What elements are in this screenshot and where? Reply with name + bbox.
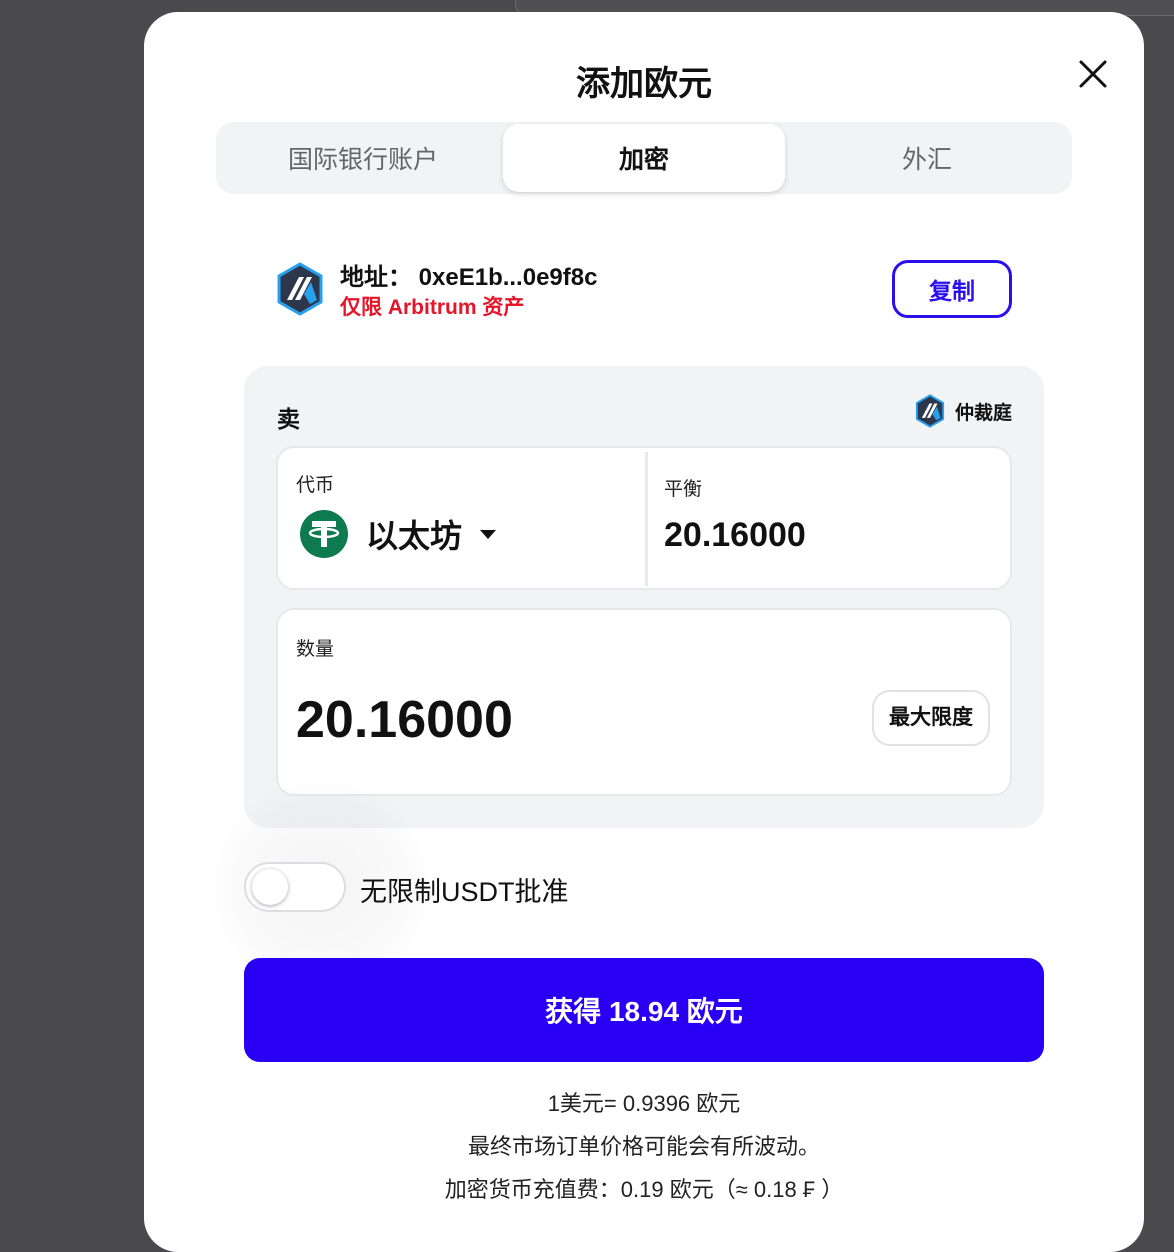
modal-title: 添加欧元 <box>576 65 712 103</box>
exchange-rate: 1美元= 0.9396 欧元 <box>547 1091 741 1116</box>
balance-value: 20.16000 <box>664 516 806 554</box>
token-selector[interactable]: 以太坊 <box>300 510 497 558</box>
quantity-label: 数量 <box>296 639 335 660</box>
toggle-knob <box>252 869 288 905</box>
price-notice: 最终市场订单价格可能会有所波动。 <box>467 1134 820 1159</box>
unlimited-approval-toggle[interactable] <box>244 862 346 912</box>
network-warning: 仅限 Arbitrum 资产 <box>340 296 525 319</box>
close-button[interactable] <box>1070 51 1116 97</box>
address-text: 地址： 0xeE1b...0e9f8c <box>340 264 598 291</box>
arbitrum-icon <box>915 394 945 428</box>
get-euro-button[interactable]: 获得 18.94 欧元 <box>244 958 1044 1062</box>
tab-bank-account[interactable]: 国际银行账户 <box>222 124 504 192</box>
caret-down-icon <box>480 529 497 539</box>
copy-address-button[interactable]: 复制 <box>892 260 1012 318</box>
add-euro-modal: 添加欧元 国际银行账户 加密 外汇 地址： 0xeE1b...0e9f8c 仅限… <box>144 12 1144 1252</box>
method-tabs: 国际银行账户 加密 外汇 <box>216 122 1072 194</box>
quantity-box: 数量 最大限度 <box>276 608 1012 796</box>
quantity-input[interactable] <box>296 690 816 750</box>
close-icon <box>1079 60 1107 88</box>
network-indicator: 仲裁庭 <box>915 394 1012 428</box>
tab-forex[interactable]: 外汇 <box>786 124 1068 192</box>
sell-label: 卖 <box>277 406 300 432</box>
divider <box>645 452 648 586</box>
token-name: 以太坊 <box>366 518 463 554</box>
approval-label: 无限制USDT批准 <box>360 877 569 907</box>
sell-panel: 卖 仲裁庭 代币 以太坊 平衡 20.16000 数量 20.16000 最大限… <box>244 366 1044 828</box>
arbitrum-icon <box>277 262 323 316</box>
tab-crypto[interactable]: 加密 <box>503 124 785 192</box>
token-balance-box: 代币 以太坊 平衡 20.16000 <box>276 446 1012 590</box>
balance-label: 平衡 <box>664 479 703 500</box>
max-button[interactable]: 最大限度 <box>872 690 990 746</box>
tether-icon <box>300 510 348 558</box>
deposit-fee: 加密货币充值费：0.19 欧元（≈ 0.18 ₣ ） <box>444 1177 844 1202</box>
token-label: 代币 <box>296 475 335 496</box>
network-name: 仲裁庭 <box>954 402 1012 424</box>
